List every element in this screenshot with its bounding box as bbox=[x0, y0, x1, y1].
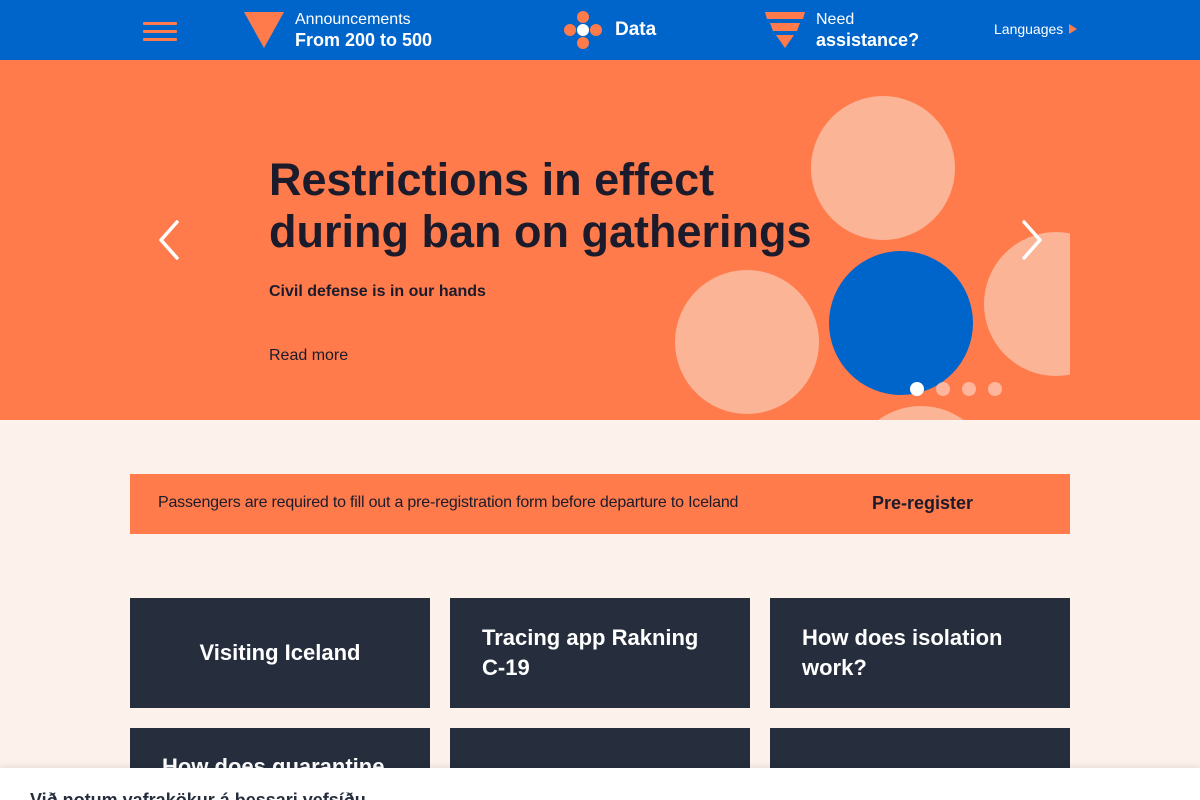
triangle-icon bbox=[244, 12, 284, 48]
carousel-dot[interactable] bbox=[936, 382, 950, 396]
tile-label: How does isolation bbox=[802, 625, 1003, 650]
nav-announcements-label: Announcements bbox=[295, 11, 411, 28]
hero-carousel: Restrictions in effect during ban on gat… bbox=[0, 60, 1200, 420]
banner-text: Passengers are required to fill out a pr… bbox=[158, 494, 739, 511]
carousel-dot[interactable] bbox=[910, 382, 924, 396]
hero-title-line2: during ban on gatherings bbox=[269, 206, 812, 257]
nav-data-label: Data bbox=[615, 19, 657, 40]
read-more-link[interactable]: Read more bbox=[269, 347, 348, 365]
tile-visiting-iceland[interactable]: Visiting Iceland bbox=[130, 598, 430, 708]
nav-announcements-value: From 200 to 500 bbox=[295, 30, 433, 50]
hero-title: Restrictions in effect during ban on gat… bbox=[269, 154, 829, 258]
nav-announcements[interactable]: Announcements From 200 to 500 bbox=[244, 6, 432, 54]
cookie-text: Við notum vafrakökur á þessari vefsíðu bbox=[30, 790, 366, 800]
funnel-icon bbox=[765, 12, 805, 48]
tile-label: work? bbox=[802, 655, 867, 680]
tile-label: Visiting Iceland bbox=[199, 640, 361, 665]
preregister-button[interactable]: Pre-register bbox=[872, 493, 973, 514]
carousel-dots bbox=[910, 382, 1002, 396]
dots-cluster-icon bbox=[564, 11, 602, 49]
languages-label: Languages bbox=[994, 21, 1064, 37]
hero-title-line1: Restrictions in effect bbox=[269, 154, 715, 205]
top-nav: Announcements From 200 to 500 Data Need … bbox=[0, 0, 1200, 60]
preregistration-banner: Passengers are required to fill out a pr… bbox=[130, 474, 1070, 534]
cookie-banner: Við notum vafrakökur á þessari vefsíðu bbox=[0, 768, 1200, 800]
nav-data[interactable]: Data bbox=[564, 6, 656, 54]
languages-link[interactable]: Languages bbox=[994, 21, 1078, 37]
tile-label: Tracing app Rakning bbox=[482, 625, 699, 650]
hamburger-icon[interactable] bbox=[143, 22, 177, 42]
hero-subtitle: Civil defense is in our hands bbox=[269, 283, 486, 300]
chevron-left-icon[interactable] bbox=[155, 218, 185, 262]
carousel-dot[interactable] bbox=[962, 382, 976, 396]
chevron-right-icon[interactable] bbox=[1016, 218, 1046, 262]
nav-assistance-value: assistance? bbox=[816, 30, 920, 50]
nav-assistance-label: Need bbox=[816, 11, 855, 28]
tile-tracing-app[interactable]: Tracing app Rakning C-19 bbox=[450, 598, 750, 708]
tile-isolation[interactable]: How does isolation work? bbox=[770, 598, 1070, 708]
carousel-dot[interactable] bbox=[988, 382, 1002, 396]
nav-assistance[interactable]: Need assistance? bbox=[765, 6, 919, 54]
tile-label: C-19 bbox=[482, 655, 530, 680]
triangle-right-icon bbox=[1069, 24, 1078, 34]
